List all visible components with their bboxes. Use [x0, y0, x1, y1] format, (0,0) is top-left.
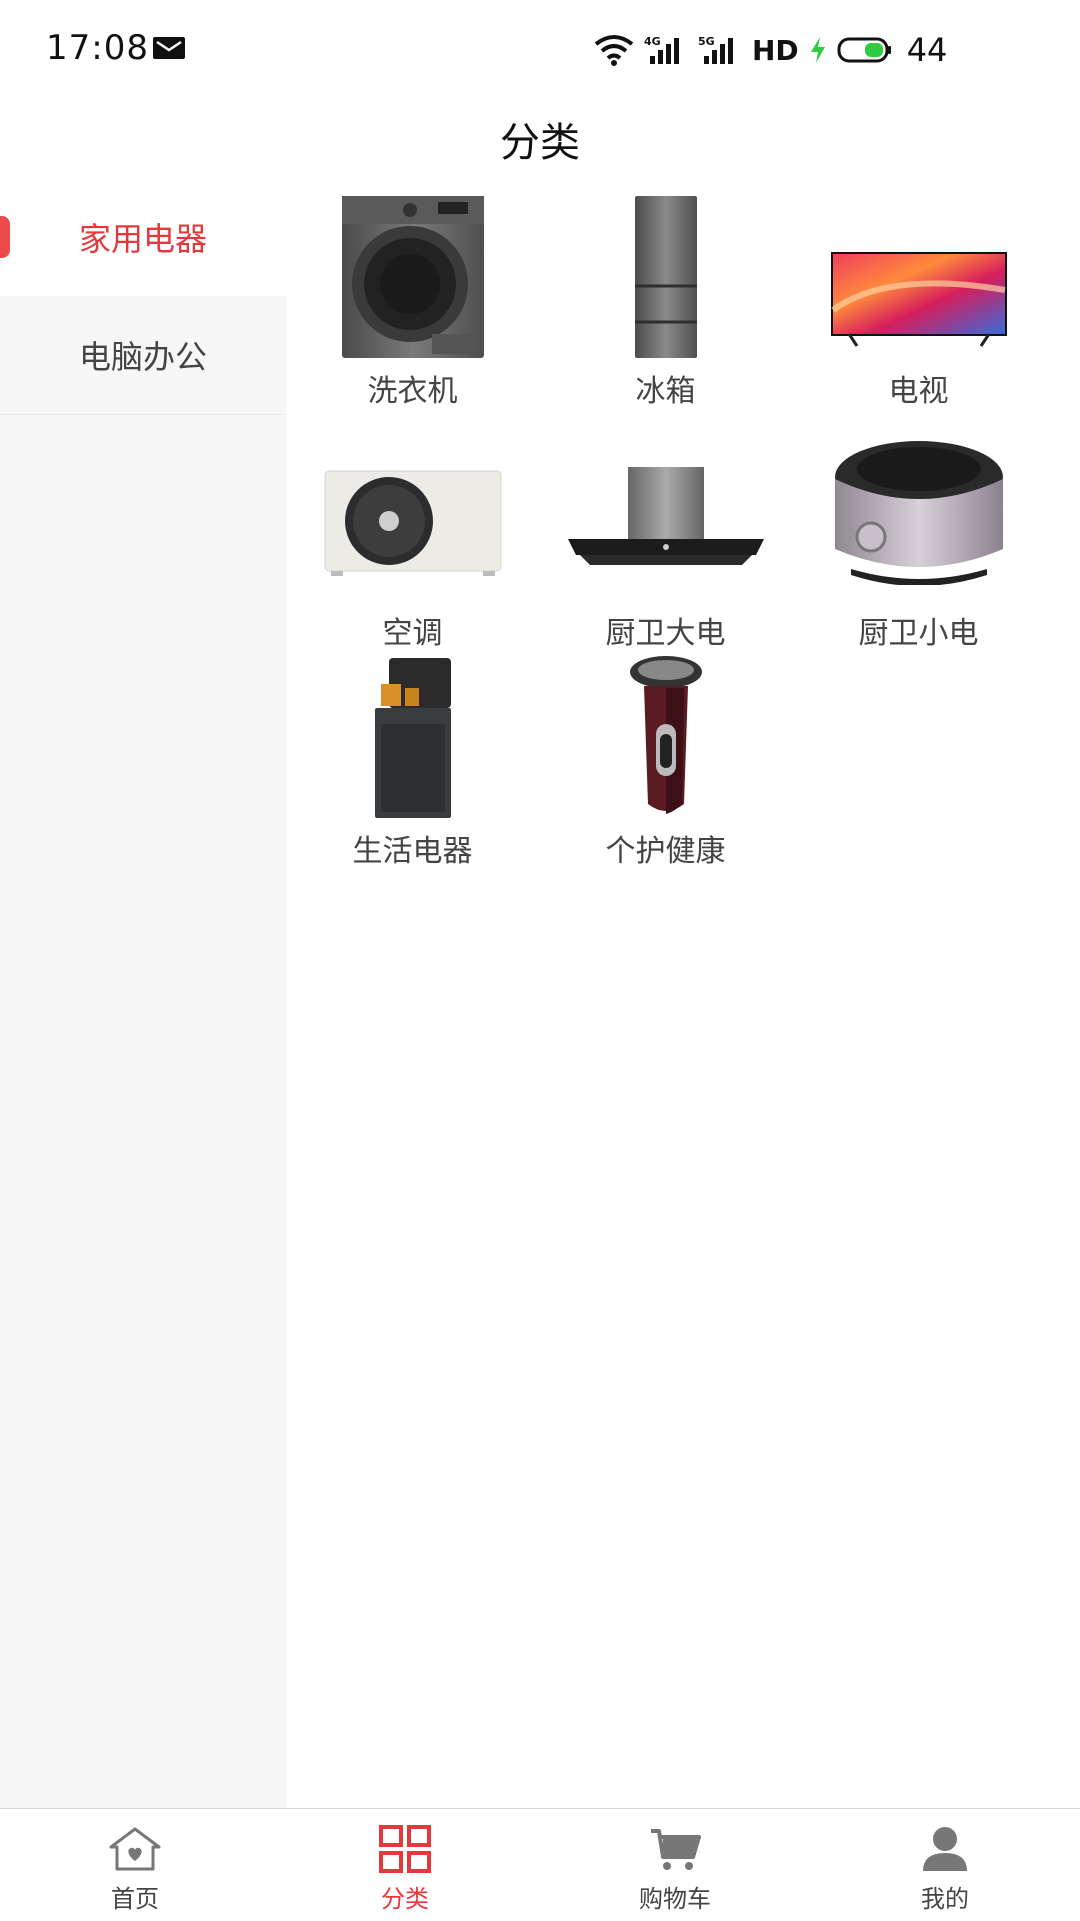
category-label: 空调 — [382, 616, 443, 651]
water-dispenser-icon — [374, 658, 451, 818]
cart-icon — [651, 1829, 701, 1870]
category-washing-machine[interactable]: 洗衣机 — [286, 188, 539, 418]
tab-label: 购物车 — [639, 1885, 711, 1913]
shaver-icon — [629, 656, 702, 814]
active-indicator — [0, 216, 10, 258]
tab-cart[interactable]: 购物车 — [540, 1809, 810, 1921]
tab-category[interactable]: 分类 — [270, 1809, 540, 1921]
sidebar-item-computer-office[interactable]: 电脑办公 — [0, 296, 286, 415]
sidebar-item-home-appliances[interactable]: 家用电器 — [0, 178, 286, 296]
message-icon — [153, 37, 185, 59]
charging-icon — [810, 37, 825, 63]
category-kitchen-small-appliances[interactable]: 厨卫小电 — [792, 418, 1045, 651]
sidebar-item-label: 电脑办公 — [78, 338, 207, 376]
status-indicators: 4G 5G HD 44 — [594, 30, 947, 70]
home-icon — [109, 1827, 161, 1871]
category-grid-icon — [379, 1825, 431, 1873]
category-air-conditioner[interactable]: 空调 — [286, 418, 539, 651]
category-label: 洗衣机 — [367, 374, 458, 409]
category-personal-care[interactable]: 个护健康 — [539, 648, 792, 878]
category-kitchen-large-appliances[interactable]: 厨卫大电 — [539, 418, 792, 651]
signal-4g-icon: 4G — [644, 35, 679, 64]
category-label: 厨卫小电 — [858, 616, 979, 651]
range-hood-icon — [567, 467, 764, 565]
battery-icon — [837, 37, 891, 63]
tab-label: 分类 — [381, 1885, 429, 1913]
status-time: 17:08 — [46, 28, 149, 68]
air-conditioner-icon — [324, 470, 501, 576]
svg-text:5G: 5G — [698, 35, 715, 48]
tab-mine[interactable]: 我的 — [810, 1809, 1080, 1921]
washing-machine-icon — [341, 196, 484, 358]
category-refrigerator[interactable]: 冰箱 — [539, 188, 792, 418]
sidebar-item-label: 家用电器 — [78, 220, 207, 258]
category-label: 个护健康 — [605, 834, 726, 869]
rice-cooker-icon — [834, 441, 1003, 585]
user-icon — [923, 1827, 967, 1871]
category-label: 厨卫大电 — [605, 616, 726, 651]
tab-label: 首页 — [111, 1885, 159, 1913]
tab-label: 我的 — [921, 1885, 969, 1913]
tab-home[interactable]: 首页 — [0, 1809, 270, 1921]
battery-level: 44 — [906, 31, 948, 69]
category-label: 冰箱 — [635, 374, 696, 409]
category-sidebar: 家用电器 电脑办公 — [0, 178, 286, 1808]
wifi-icon — [594, 35, 634, 66]
category-tv[interactable]: 电视 — [792, 188, 1045, 418]
hd-indicator: HD — [752, 33, 799, 67]
category-label: 电视 — [888, 374, 949, 409]
svg-text:4G: 4G — [644, 35, 661, 48]
signal-5g-icon: 5G — [698, 35, 733, 64]
refrigerator-icon — [634, 196, 697, 358]
tv-icon — [830, 252, 1007, 347]
category-living-appliances[interactable]: 生活电器 — [286, 648, 539, 878]
category-label: 生活电器 — [352, 834, 473, 869]
status-bar: 17:08 4G 5G HD 44 — [0, 0, 1080, 96]
page-title: 分类 — [500, 120, 580, 166]
bottom-tab-bar: 首页 分类 购物车 我的 — [0, 1808, 1080, 1921]
